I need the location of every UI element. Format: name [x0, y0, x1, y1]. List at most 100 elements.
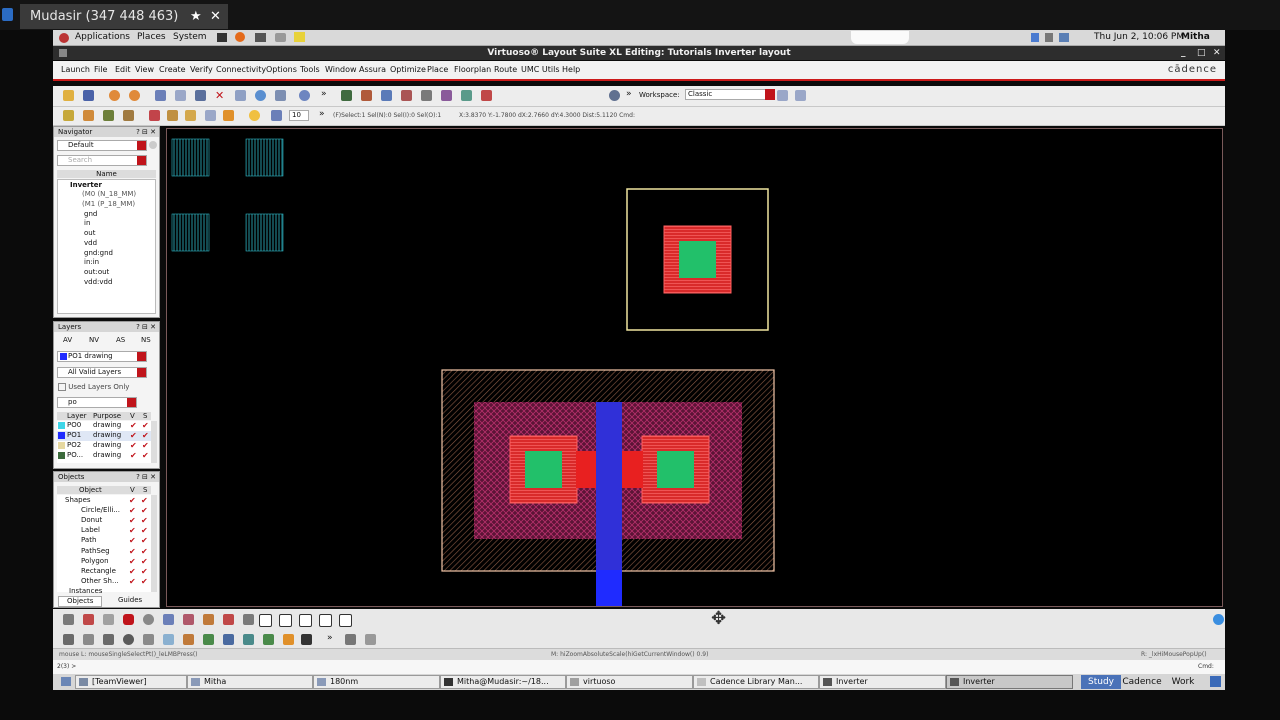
tab-guides[interactable]: Guides: [110, 596, 150, 605]
move-icon[interactable]: [155, 90, 166, 101]
flip-icon[interactable]: [163, 614, 174, 625]
teamviewer-icon[interactable]: [2, 8, 13, 21]
panel-close-icon[interactable]: ? ⊟ ✕: [136, 127, 156, 137]
select-icon[interactable]: [63, 110, 74, 121]
menu-edit[interactable]: Edit: [115, 61, 131, 79]
tab-ns[interactable]: NS: [141, 336, 151, 345]
selectable-check-icon[interactable]: ✔: [142, 442, 149, 450]
chevron-down-icon[interactable]: [127, 398, 136, 407]
firefox-launcher-icon[interactable]: [235, 32, 245, 42]
menu-verify[interactable]: Verify: [190, 61, 213, 79]
source-contact[interactable]: [525, 451, 562, 488]
visible-check-icon[interactable]: ✔: [129, 537, 136, 545]
ascend-icon[interactable]: [103, 634, 114, 645]
task-button[interactable]: Mitha@Mudasir:~/18...: [440, 675, 566, 689]
octagon-icon[interactable]: [123, 614, 134, 625]
chevron-down-icon[interactable]: [765, 89, 775, 100]
load-workspace-icon[interactable]: [795, 90, 806, 101]
filter-icon[interactable]: [123, 110, 134, 121]
save-workspace-icon[interactable]: [777, 90, 788, 101]
grid-icon[interactable]: [103, 614, 114, 625]
display-icon[interactable]: [1059, 33, 1069, 42]
object-row[interactable]: Circle/Elli...: [81, 506, 120, 515]
tree-item-instance[interactable]: (M1 (P_18_MM): [82, 200, 135, 209]
tab-objects[interactable]: Objects: [58, 596, 103, 607]
object-row[interactable]: Other Sh...: [81, 577, 119, 586]
drc-icon[interactable]: [263, 634, 274, 645]
selectable-check-icon[interactable]: ✔: [141, 517, 148, 525]
zoom-in-icon[interactable]: [183, 614, 194, 625]
menu-system[interactable]: System: [173, 30, 207, 45]
menu-tools[interactable]: Tools: [300, 61, 320, 79]
menu-place[interactable]: Place: [427, 61, 448, 79]
layout-canvas[interactable]: [166, 128, 1223, 607]
menu-optimize[interactable]: Optimize: [390, 61, 426, 79]
check-icon[interactable]: [163, 634, 174, 645]
flatten-icon[interactable]: [143, 634, 154, 645]
delete-icon[interactable]: ✕: [215, 90, 226, 101]
design-icon[interactable]: [223, 634, 234, 645]
pin-marker[interactable]: [171, 213, 210, 252]
active-link[interactable]: [576, 451, 596, 488]
menu-route[interactable]: Route: [494, 61, 517, 79]
lvs-icon[interactable]: [243, 634, 254, 645]
selectable-check-icon[interactable]: ✔: [142, 422, 149, 430]
menu-applications[interactable]: Applications: [75, 30, 130, 45]
tree-item-net[interactable]: out:out: [84, 268, 109, 277]
close-session-icon[interactable]: ✕: [210, 4, 221, 29]
task-button[interactable]: Cadence Library Man...: [693, 675, 819, 689]
more-options-icon[interactable]: »: [319, 109, 330, 120]
selectable-check-icon[interactable]: ✔: [141, 537, 148, 545]
task-button[interactable]: Mitha: [187, 675, 313, 689]
layer-filter-select[interactable]: All Valid Layers: [57, 367, 147, 378]
drain-contact[interactable]: [657, 451, 694, 488]
visible-check-icon[interactable]: ✔: [129, 507, 136, 515]
select-area-icon[interactable]: [299, 614, 312, 627]
object-row[interactable]: PathSeg: [81, 547, 110, 556]
current-layer-select[interactable]: PO1 drawing: [57, 351, 147, 362]
object-row[interactable]: Shapes: [65, 496, 91, 505]
via-icon[interactable]: [361, 90, 372, 101]
volume-icon[interactable]: [1045, 33, 1053, 42]
visible-check-icon[interactable]: ✔: [129, 558, 136, 566]
object-row[interactable]: Donut: [81, 516, 102, 525]
visible-check-icon[interactable]: ✔: [129, 578, 136, 586]
repeat-count-field[interactable]: 10: [289, 110, 309, 121]
visible-check-icon[interactable]: ✔: [130, 432, 137, 440]
visible-check-icon[interactable]: ✔: [129, 497, 136, 505]
list-icon[interactable]: [345, 634, 356, 645]
minimize-icon[interactable]: _: [1181, 46, 1186, 60]
panel-close-icon[interactable]: ? ⊟ ✕: [136, 472, 156, 482]
show-desktop-icon[interactable]: [61, 677, 71, 686]
probe-icon[interactable]: [401, 90, 412, 101]
add-icon[interactable]: [319, 614, 332, 627]
visible-check-icon[interactable]: ✔: [129, 517, 136, 525]
zoom-out-icon[interactable]: [203, 614, 214, 625]
tree-item-pin[interactable]: out: [84, 229, 95, 238]
film-icon[interactable]: [301, 634, 312, 645]
gravity-icon[interactable]: [185, 110, 196, 121]
open-icon[interactable]: [63, 90, 74, 101]
network-icon[interactable]: [1031, 33, 1039, 42]
partial-select-icon[interactable]: [149, 110, 160, 121]
menu-places[interactable]: Places: [137, 30, 166, 45]
task-button-active[interactable]: Inverter: [946, 675, 1073, 689]
pin-marker[interactable]: [171, 138, 210, 177]
array-icon[interactable]: [339, 614, 352, 627]
descend-icon[interactable]: [83, 634, 94, 645]
visible-check-icon[interactable]: ✔: [130, 452, 137, 460]
wire-icon[interactable]: [381, 90, 392, 101]
snap-dropdown-icon[interactable]: [223, 110, 234, 121]
route-icon[interactable]: [341, 90, 352, 101]
menu-options[interactable]: Options: [266, 61, 297, 79]
object-row[interactable]: Rectangle: [81, 567, 116, 576]
undo-icon[interactable]: [109, 90, 120, 101]
snap-icon[interactable]: [205, 110, 216, 121]
menu-create[interactable]: Create: [159, 61, 186, 79]
selectable-check-icon[interactable]: ✔: [141, 507, 148, 515]
object-row[interactable]: Label: [81, 526, 100, 535]
pan-icon[interactable]: [223, 614, 234, 625]
info-icon[interactable]: [255, 90, 266, 101]
fold-icon[interactable]: [481, 90, 492, 101]
properties-icon[interactable]: [235, 90, 246, 101]
